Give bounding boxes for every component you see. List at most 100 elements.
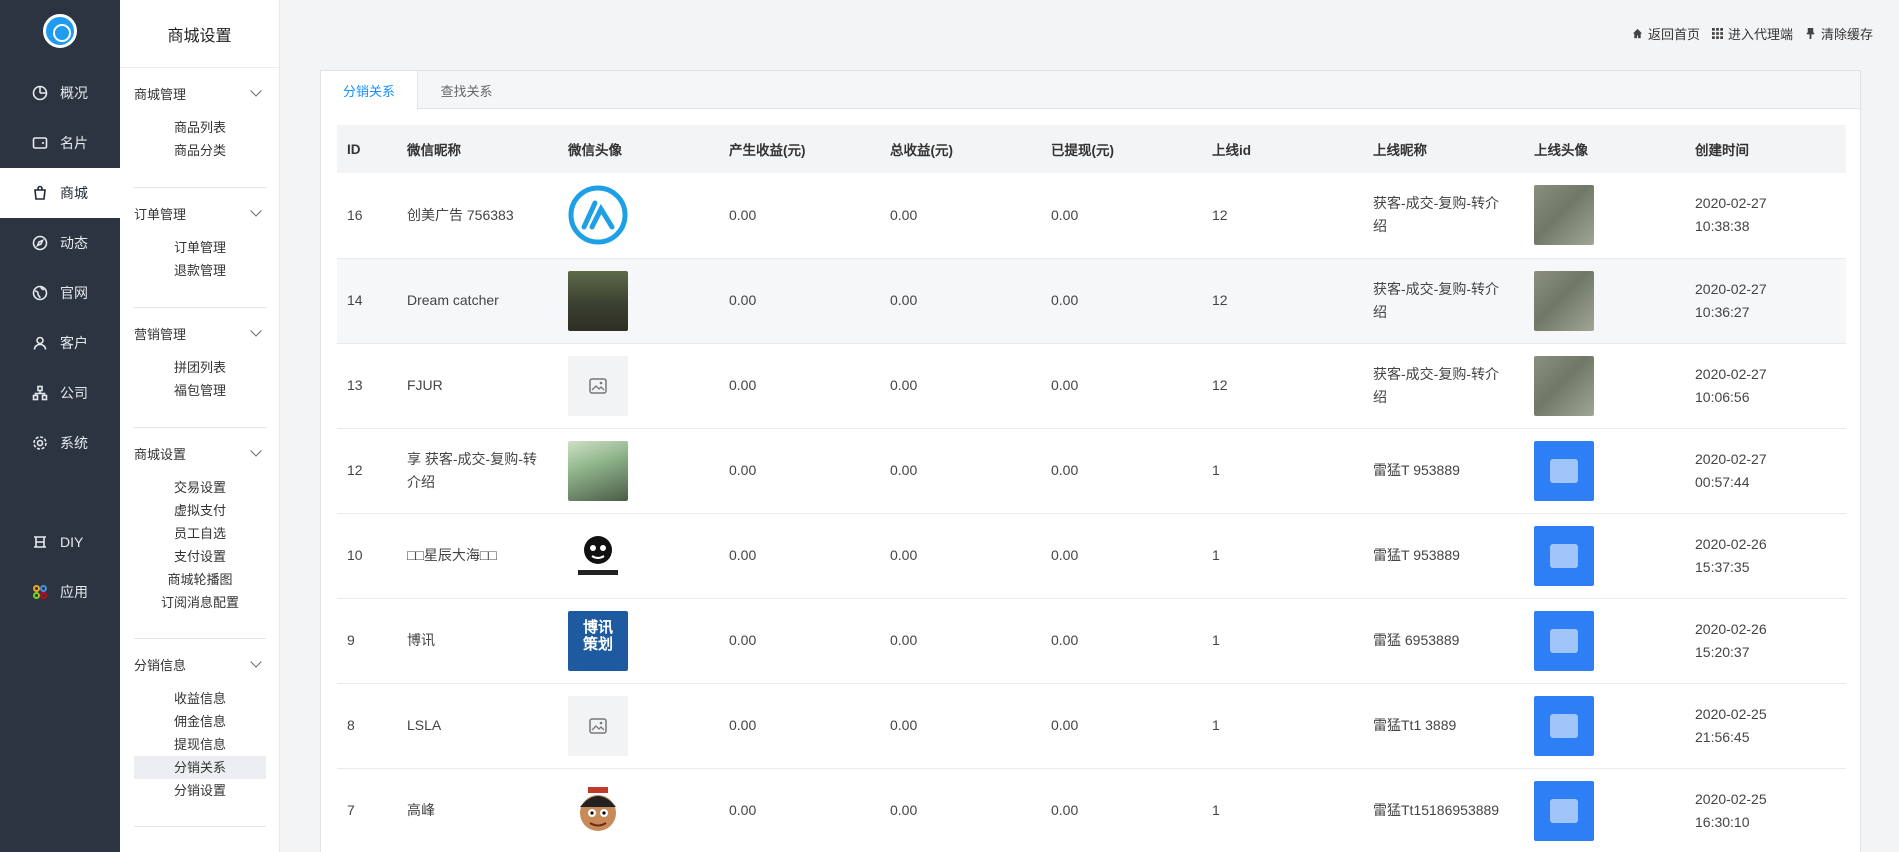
menu-item[interactable]: 虚拟支付 — [134, 499, 266, 522]
nav-item-website[interactable]: 官网 — [0, 268, 120, 318]
cell-parent-id: 1 — [1212, 462, 1220, 478]
menu-item[interactable]: 支付设置 — [134, 545, 266, 568]
nav-item-system[interactable]: 系统 — [0, 418, 120, 468]
cell-withdrawn: 0.00 — [1051, 717, 1079, 733]
nav-item-customer[interactable]: 客户 — [0, 318, 120, 368]
user-avatar — [568, 440, 628, 501]
clear-cache-link[interactable]: 清除缓存 — [1805, 24, 1873, 43]
nav-item-diy[interactable]: DIY — [0, 517, 120, 567]
cell-total: 0.00 — [890, 802, 918, 818]
menu-item[interactable]: 订单管理 — [134, 236, 266, 259]
nav-item-card[interactable]: 名片 — [0, 118, 120, 168]
menu-item-active[interactable]: 分销关系 — [134, 756, 266, 779]
user-avatar — [568, 525, 628, 586]
menu-item[interactable]: 佣金信息 — [134, 710, 266, 733]
cell-created: 2020-02-25 21:56:45 — [1685, 683, 1846, 768]
nav-item-mall[interactable]: 商城 — [0, 168, 120, 218]
apps-icon — [32, 584, 48, 600]
nav-item-overview[interactable]: 概况 — [0, 68, 120, 118]
cell-income: 0.00 — [729, 206, 757, 223]
col-header: 微信头像 — [568, 143, 622, 158]
distribution-table: ID 微信昵称 微信头像 产生收益(元) 总收益(元) 已提现(元) 上线id … — [337, 125, 1846, 852]
menu-item[interactable]: 提现信息 — [134, 733, 266, 756]
user-avatar — [568, 355, 628, 416]
nav-item-apps[interactable]: 应用 — [0, 567, 120, 617]
parent-avatar — [1534, 185, 1594, 246]
nav-item-feed[interactable]: 动态 — [0, 218, 120, 268]
table-row: 12 享 获客-成交-复购-转介绍 0.00 0.00 0.00 1 雷猛T 9… — [337, 428, 1846, 513]
divider — [134, 307, 266, 308]
grid-icon — [1711, 28, 1723, 39]
menu-group-settings: 商城设置 交易设置 虚拟支付 员工自选 支付设置 商城轮播图 订阅消息配置 — [134, 440, 266, 614]
menu-group-marketing: 营销管理 拼团列表 福包管理 — [134, 320, 266, 402]
cell-withdrawn: 0.00 — [1051, 377, 1079, 393]
menu-item[interactable]: 退款管理 — [134, 259, 266, 282]
table-row: 9 博讯 博讯 策划 0.00 0.00 0.00 1 雷猛 6953889 2… — [337, 598, 1846, 683]
nick-text: 博讯 — [407, 632, 435, 648]
chevron-down-icon — [250, 445, 262, 457]
menu-group-header[interactable]: 分销信息 — [134, 651, 266, 677]
divider — [134, 427, 266, 428]
cell-id: 8 — [347, 717, 355, 733]
cell-created: 2020-02-27 10:38:38 — [1685, 173, 1846, 258]
cell-avatar — [558, 683, 719, 768]
created-date: 2020-02-27 — [1695, 365, 1767, 382]
table-row: 7 高峰 0.00 0.00 0.00 1 雷猛Tt15186953889 20… — [337, 768, 1846, 852]
main-nav-rail: 概况 名片 商城 动态 官网 客户 公司 系统 DIY 应用 — [0, 0, 120, 852]
cell-created: 2020-02-27 00:57:44 — [1685, 428, 1846, 513]
col-header: ID — [347, 141, 361, 157]
diy-icon — [32, 534, 48, 550]
cell-withdrawn: 0.00 — [1051, 462, 1079, 478]
cell-parent-id: 1 — [1212, 632, 1220, 648]
cell-total: 0.00 — [890, 547, 918, 563]
created-date: 2020-02-27 — [1695, 195, 1767, 212]
user-icon — [32, 335, 48, 351]
nick-text: FJUR — [407, 377, 443, 393]
menu-group-header[interactable]: 营销管理 — [134, 320, 266, 346]
menu-item[interactable]: 收益信息 — [134, 687, 266, 710]
menu-item[interactable]: 商品列表 — [134, 116, 266, 139]
cell-id: 12 — [347, 462, 363, 478]
parent-nick-text: 雷猛Tt1 3889 — [1373, 717, 1457, 733]
nav-item-label: 系统 — [60, 435, 88, 451]
created-date: 2020-02-27 — [1695, 280, 1767, 297]
cell-parent-nick: 雷猛Tt15186953889 — [1363, 768, 1524, 852]
app-logo[interactable] — [43, 14, 77, 48]
chevron-down-icon — [250, 205, 262, 217]
cell-total: 0.00 — [890, 206, 918, 223]
menu-item[interactable]: 拼团列表 — [134, 356, 266, 379]
cell-parent-id: 12 — [1212, 377, 1228, 393]
sub-sidebar: 商城设置 商城管理 商品列表 商品分类 订单管理 订单管理 退款管理 营销管理 … — [120, 0, 280, 852]
menu-item[interactable]: 商品分类 — [134, 139, 266, 162]
menu-group-header[interactable]: 商城设置 — [134, 440, 266, 466]
nav-item-company[interactable]: 公司 — [0, 368, 120, 418]
gear-icon — [32, 435, 48, 451]
user-avatar — [568, 695, 628, 756]
menu-item[interactable]: 订阅消息配置 — [134, 591, 266, 614]
nick-text: LSLA — [407, 717, 442, 733]
tab-find-relation[interactable]: 查找关系 — [418, 71, 515, 109]
tab-bar: 分销关系 查找关系 — [321, 71, 1860, 110]
cell-id: 13 — [347, 377, 363, 393]
cell-income: 0.00 — [729, 462, 757, 478]
home-link[interactable]: 返回首页 — [1632, 24, 1700, 43]
home-icon — [1632, 28, 1643, 39]
cell-avatar — [558, 258, 719, 343]
menu-group-header[interactable]: 商城管理 — [134, 80, 266, 106]
menu-item[interactable]: 员工自选 — [134, 522, 266, 545]
menu-item[interactable]: 交易设置 — [134, 476, 266, 499]
menu-item[interactable]: 福包管理 — [134, 379, 266, 402]
cell-created: 2020-02-26 15:37:35 — [1685, 513, 1846, 598]
menu-item[interactable]: 分销设置 — [134, 779, 266, 802]
cell-parent-nick: 雷猛T 953889 — [1363, 513, 1524, 598]
cell-created: 2020-02-27 10:36:27 — [1685, 258, 1846, 343]
col-header: 微信昵称 — [407, 143, 461, 158]
col-header: 已提现(元) — [1051, 143, 1114, 158]
agent-link[interactable]: 进入代理端 — [1711, 24, 1793, 43]
user-avatar — [568, 780, 628, 841]
cell-parent-id: 1 — [1212, 547, 1220, 563]
menu-group-header[interactable]: 订单管理 — [134, 200, 266, 226]
menu-item[interactable]: 商城轮播图 — [134, 568, 266, 591]
cell-parent-id: 1 — [1212, 717, 1220, 733]
tab-distribution-relation[interactable]: 分销关系 — [321, 71, 418, 110]
